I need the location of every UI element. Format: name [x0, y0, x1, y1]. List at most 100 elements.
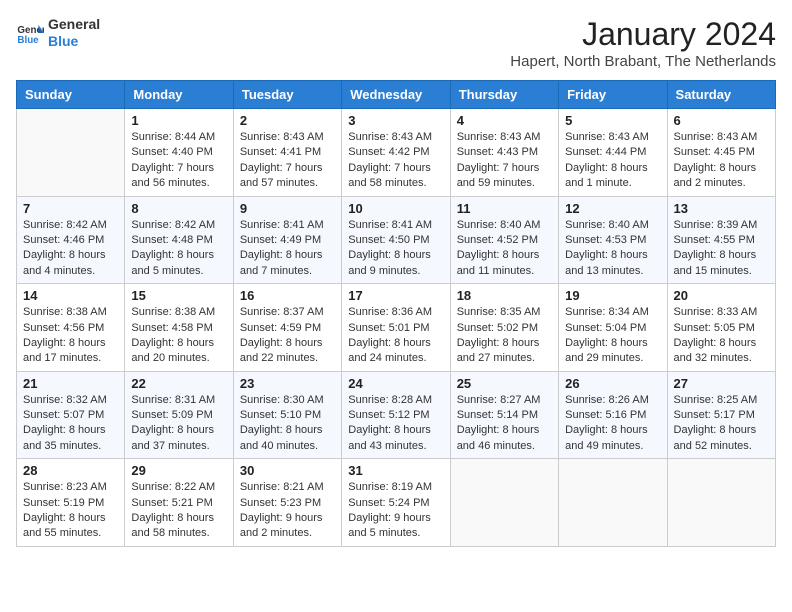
- daylight-hours: Daylight: 8 hours and 37 minutes.: [131, 424, 214, 451]
- sunrise-time: Sunrise: 8:30 AM: [240, 394, 324, 406]
- daylight-hours: Daylight: 8 hours and 5 minutes.: [131, 249, 214, 276]
- sunrise-time: Sunrise: 8:42 AM: [131, 219, 215, 231]
- sunrise-time: Sunrise: 8:42 AM: [23, 219, 107, 231]
- daylight-hours: Daylight: 9 hours and 2 minutes.: [240, 512, 323, 539]
- day-number: 2: [240, 113, 335, 128]
- sunset-time: Sunset: 4:40 PM: [131, 146, 212, 158]
- calendar-cell: 1 Sunrise: 8:44 AM Sunset: 4:40 PM Dayli…: [125, 109, 233, 197]
- day-number: 23: [240, 376, 335, 391]
- day-info: Sunrise: 8:27 AM Sunset: 5:14 PM Dayligh…: [457, 393, 552, 455]
- calendar-cell: 29 Sunrise: 8:22 AM Sunset: 5:21 PM Dayl…: [125, 459, 233, 547]
- daylight-hours: Daylight: 8 hours and 20 minutes.: [131, 337, 214, 364]
- sunset-time: Sunset: 5:01 PM: [348, 322, 429, 334]
- sunrise-time: Sunrise: 8:22 AM: [131, 481, 215, 493]
- daylight-hours: Daylight: 8 hours and 4 minutes.: [23, 249, 106, 276]
- daylight-hours: Daylight: 7 hours and 56 minutes.: [131, 162, 214, 189]
- calendar-cell: 15 Sunrise: 8:38 AM Sunset: 4:58 PM Dayl…: [125, 284, 233, 372]
- day-info: Sunrise: 8:43 AM Sunset: 4:45 PM Dayligh…: [674, 130, 769, 192]
- sunset-time: Sunset: 4:48 PM: [131, 234, 212, 246]
- sunrise-time: Sunrise: 8:31 AM: [131, 394, 215, 406]
- sunrise-time: Sunrise: 8:43 AM: [457, 131, 541, 143]
- calendar-week-row: 28 Sunrise: 8:23 AM Sunset: 5:19 PM Dayl…: [17, 459, 776, 547]
- sunset-time: Sunset: 4:43 PM: [457, 146, 538, 158]
- daylight-hours: Daylight: 8 hours and 9 minutes.: [348, 249, 431, 276]
- sunrise-time: Sunrise: 8:21 AM: [240, 481, 324, 493]
- day-number: 21: [23, 376, 118, 391]
- day-info: Sunrise: 8:22 AM Sunset: 5:21 PM Dayligh…: [131, 480, 226, 542]
- day-info: Sunrise: 8:43 AM Sunset: 4:44 PM Dayligh…: [565, 130, 660, 192]
- sunrise-time: Sunrise: 8:37 AM: [240, 306, 324, 318]
- daylight-hours: Daylight: 8 hours and 58 minutes.: [131, 512, 214, 539]
- calendar-cell: 6 Sunrise: 8:43 AM Sunset: 4:45 PM Dayli…: [667, 109, 775, 197]
- sunrise-time: Sunrise: 8:40 AM: [457, 219, 541, 231]
- daylight-hours: Daylight: 8 hours and 13 minutes.: [565, 249, 648, 276]
- calendar-cell: 28 Sunrise: 8:23 AM Sunset: 5:19 PM Dayl…: [17, 459, 125, 547]
- sunset-time: Sunset: 5:24 PM: [348, 497, 429, 509]
- page-subtitle: Hapert, North Brabant, The Netherlands: [510, 53, 776, 70]
- daylight-hours: Daylight: 8 hours and 46 minutes.: [457, 424, 540, 451]
- calendar-cell: 9 Sunrise: 8:41 AM Sunset: 4:49 PM Dayli…: [233, 196, 341, 284]
- calendar-cell: 31 Sunrise: 8:19 AM Sunset: 5:24 PM Dayl…: [342, 459, 450, 547]
- calendar-week-row: 21 Sunrise: 8:32 AM Sunset: 5:07 PM Dayl…: [17, 371, 776, 459]
- sunrise-time: Sunrise: 8:43 AM: [240, 131, 324, 143]
- daylight-hours: Daylight: 8 hours and 27 minutes.: [457, 337, 540, 364]
- calendar-cell: 21 Sunrise: 8:32 AM Sunset: 5:07 PM Dayl…: [17, 371, 125, 459]
- sunrise-time: Sunrise: 8:23 AM: [23, 481, 107, 493]
- sunset-time: Sunset: 5:12 PM: [348, 409, 429, 421]
- sunset-time: Sunset: 4:44 PM: [565, 146, 646, 158]
- day-info: Sunrise: 8:26 AM Sunset: 5:16 PM Dayligh…: [565, 393, 660, 455]
- calendar-header-row: SundayMondayTuesdayWednesdayThursdayFrid…: [17, 81, 776, 109]
- sunrise-time: Sunrise: 8:39 AM: [674, 219, 758, 231]
- sunset-time: Sunset: 5:10 PM: [240, 409, 321, 421]
- sunset-time: Sunset: 4:58 PM: [131, 322, 212, 334]
- daylight-hours: Daylight: 8 hours and 49 minutes.: [565, 424, 648, 451]
- day-number: 18: [457, 288, 552, 303]
- day-info: Sunrise: 8:39 AM Sunset: 4:55 PM Dayligh…: [674, 218, 769, 280]
- day-info: Sunrise: 8:25 AM Sunset: 5:17 PM Dayligh…: [674, 393, 769, 455]
- sunset-time: Sunset: 5:23 PM: [240, 497, 321, 509]
- day-info: Sunrise: 8:40 AM Sunset: 4:53 PM Dayligh…: [565, 218, 660, 280]
- calendar-cell: 22 Sunrise: 8:31 AM Sunset: 5:09 PM Dayl…: [125, 371, 233, 459]
- daylight-hours: Daylight: 8 hours and 43 minutes.: [348, 424, 431, 451]
- calendar-cell: 26 Sunrise: 8:26 AM Sunset: 5:16 PM Dayl…: [559, 371, 667, 459]
- daylight-hours: Daylight: 8 hours and 24 minutes.: [348, 337, 431, 364]
- day-info: Sunrise: 8:40 AM Sunset: 4:52 PM Dayligh…: [457, 218, 552, 280]
- sunset-time: Sunset: 4:45 PM: [674, 146, 755, 158]
- sunset-time: Sunset: 4:55 PM: [674, 234, 755, 246]
- calendar-cell: 5 Sunrise: 8:43 AM Sunset: 4:44 PM Dayli…: [559, 109, 667, 197]
- weekday-header: Monday: [125, 81, 233, 109]
- sunset-time: Sunset: 4:46 PM: [23, 234, 104, 246]
- daylight-hours: Daylight: 7 hours and 58 minutes.: [348, 162, 431, 189]
- day-number: 3: [348, 113, 443, 128]
- calendar-cell: [17, 109, 125, 197]
- day-info: Sunrise: 8:30 AM Sunset: 5:10 PM Dayligh…: [240, 393, 335, 455]
- day-number: 5: [565, 113, 660, 128]
- day-number: 11: [457, 201, 552, 216]
- calendar-week-row: 7 Sunrise: 8:42 AM Sunset: 4:46 PM Dayli…: [17, 196, 776, 284]
- day-info: Sunrise: 8:36 AM Sunset: 5:01 PM Dayligh…: [348, 305, 443, 367]
- sunrise-time: Sunrise: 8:35 AM: [457, 306, 541, 318]
- sunset-time: Sunset: 5:14 PM: [457, 409, 538, 421]
- sunrise-time: Sunrise: 8:32 AM: [23, 394, 107, 406]
- sunset-time: Sunset: 5:16 PM: [565, 409, 646, 421]
- daylight-hours: Daylight: 8 hours and 35 minutes.: [23, 424, 106, 451]
- day-number: 15: [131, 288, 226, 303]
- sunset-time: Sunset: 4:53 PM: [565, 234, 646, 246]
- calendar-cell: 23 Sunrise: 8:30 AM Sunset: 5:10 PM Dayl…: [233, 371, 341, 459]
- day-info: Sunrise: 8:44 AM Sunset: 4:40 PM Dayligh…: [131, 130, 226, 192]
- sunset-time: Sunset: 4:42 PM: [348, 146, 429, 158]
- sunset-time: Sunset: 5:17 PM: [674, 409, 755, 421]
- day-number: 1: [131, 113, 226, 128]
- day-number: 22: [131, 376, 226, 391]
- day-number: 13: [674, 201, 769, 216]
- sunrise-time: Sunrise: 8:43 AM: [674, 131, 758, 143]
- day-number: 27: [674, 376, 769, 391]
- daylight-hours: Daylight: 7 hours and 59 minutes.: [457, 162, 540, 189]
- day-number: 20: [674, 288, 769, 303]
- weekday-header: Saturday: [667, 81, 775, 109]
- sunrise-time: Sunrise: 8:38 AM: [23, 306, 107, 318]
- day-number: 31: [348, 463, 443, 478]
- logo-line2: Blue: [48, 33, 100, 50]
- calendar-cell: 7 Sunrise: 8:42 AM Sunset: 4:46 PM Dayli…: [17, 196, 125, 284]
- day-info: Sunrise: 8:21 AM Sunset: 5:23 PM Dayligh…: [240, 480, 335, 542]
